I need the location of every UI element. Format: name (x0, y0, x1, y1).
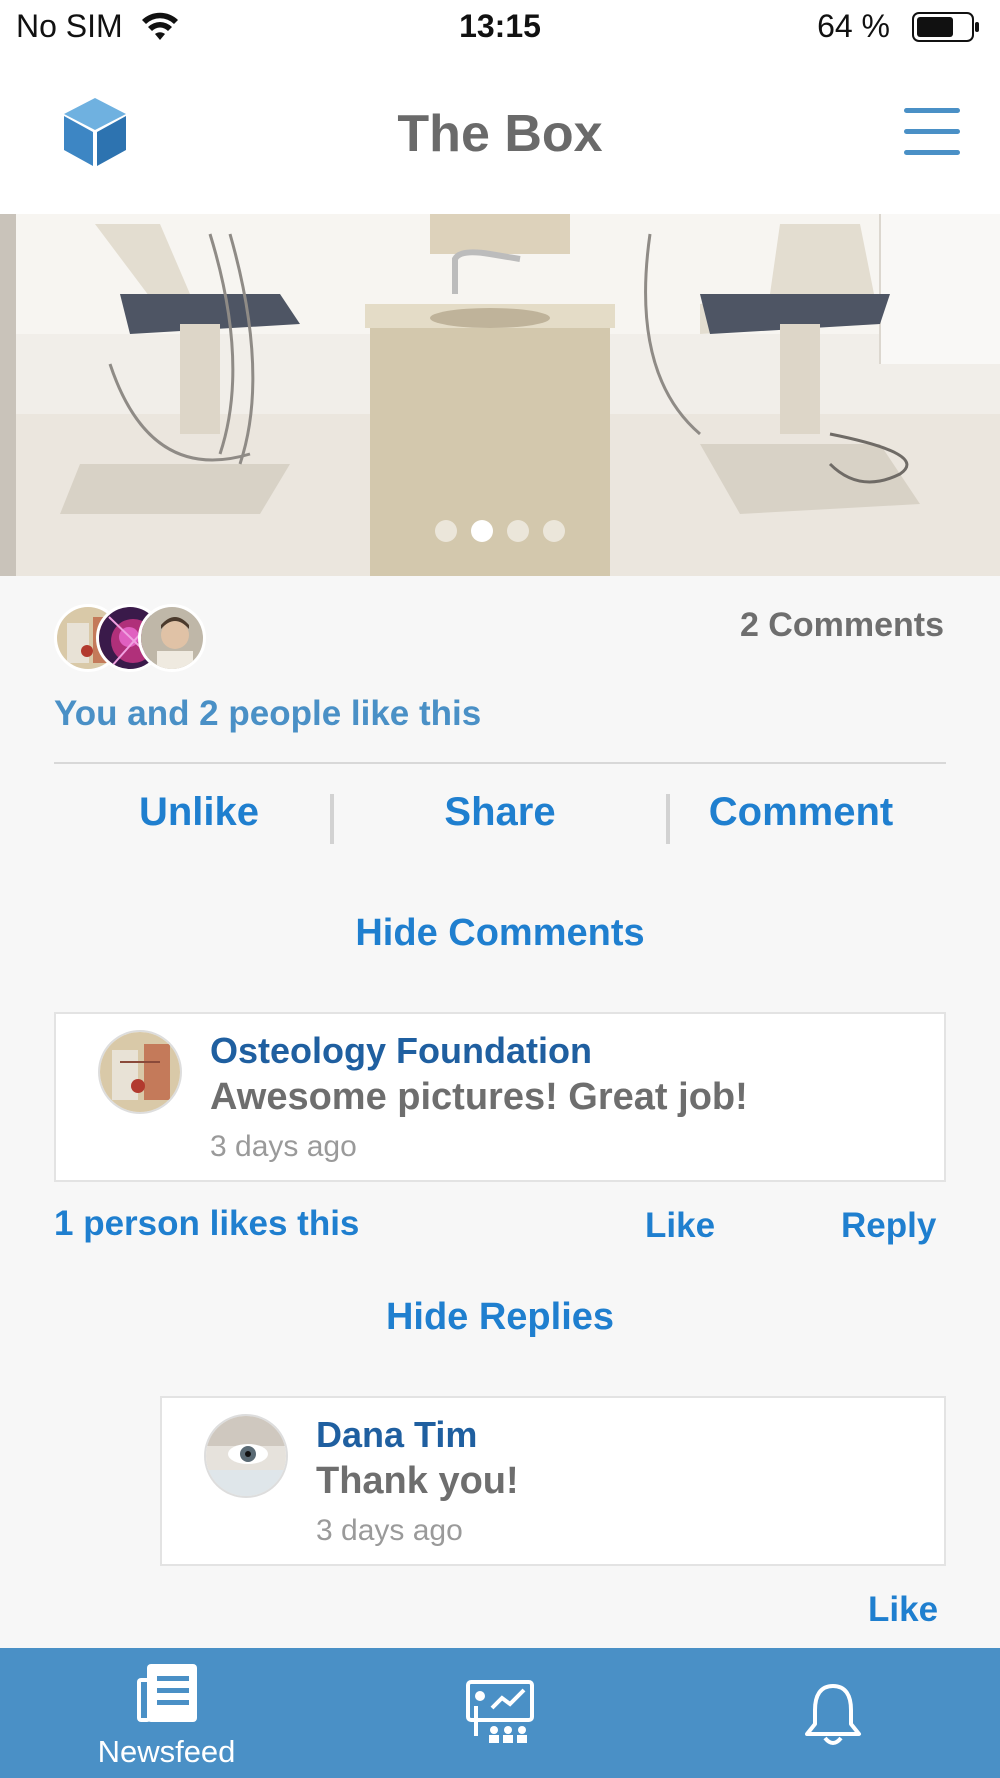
battery-icon (912, 12, 979, 42)
battery-percent: 64 % (817, 8, 890, 44)
carousel-dot[interactable] (543, 520, 565, 542)
presentation-icon (465, 1680, 534, 1743)
comment-button[interactable]: Comment (656, 790, 946, 835)
comment-timestamp: 3 days ago (210, 1130, 357, 1163)
newspaper-icon (136, 1664, 197, 1722)
tab-newsfeed[interactable]: Newsfeed (0, 1648, 333, 1778)
tab-bar: Newsfeed (0, 1648, 1000, 1778)
reply-card: Dana Tim Thank you! 3 days ago (160, 1396, 946, 1566)
reply-timestamp: 3 days ago (316, 1514, 463, 1547)
liker-avatars[interactable] (54, 604, 214, 672)
divider (54, 762, 946, 764)
comment-reply-button[interactable]: Reply (841, 1206, 936, 1246)
likes-summary[interactable]: You and 2 people like this (54, 694, 481, 734)
action-separator (330, 794, 334, 844)
comment-like-button[interactable]: Like (645, 1206, 715, 1246)
status-bar: No SIM 13:15 64 % (0, 0, 1000, 56)
carousel-dot[interactable] (435, 520, 457, 542)
page-title: The Box (397, 105, 603, 163)
hamburger-menu-icon[interactable] (904, 108, 960, 158)
comment-card: Osteology Foundation Awesome pictures! G… (54, 1012, 946, 1182)
comments-count[interactable]: 2 Comments (740, 606, 944, 645)
hide-comments-button[interactable]: Hide Comments (0, 912, 1000, 955)
comment-author[interactable]: Osteology Foundation (210, 1030, 592, 1072)
carousel-dot[interactable] (507, 520, 529, 542)
post-actions: Unlike Share Comment (54, 790, 946, 846)
carousel-pagination[interactable] (0, 520, 1000, 547)
tab-presentation[interactable] (333, 1648, 666, 1778)
comment-likes-count[interactable]: 1 person likes this (54, 1204, 359, 1244)
app-header: The Box (0, 56, 1000, 214)
hide-replies-button[interactable]: Hide Replies (0, 1296, 1000, 1339)
share-button[interactable]: Share (355, 790, 645, 835)
image-carousel[interactable] (0, 214, 1000, 576)
bell-icon (804, 1684, 861, 1745)
carousel-dot-active[interactable] (471, 520, 493, 542)
avatar[interactable] (204, 1414, 288, 1498)
tab-newsfeed-label: Newsfeed (97, 1734, 236, 1769)
unlike-button[interactable]: Unlike (54, 790, 344, 835)
reply-author[interactable]: Dana Tim (316, 1414, 477, 1456)
avatar[interactable] (98, 1030, 182, 1114)
tab-notifications[interactable] (666, 1648, 999, 1778)
comment-text: Awesome pictures! Great job! (210, 1076, 748, 1118)
avatar (138, 604, 206, 672)
reply-text: Thank you! (316, 1460, 519, 1502)
reply-like-button[interactable]: Like (868, 1590, 938, 1630)
